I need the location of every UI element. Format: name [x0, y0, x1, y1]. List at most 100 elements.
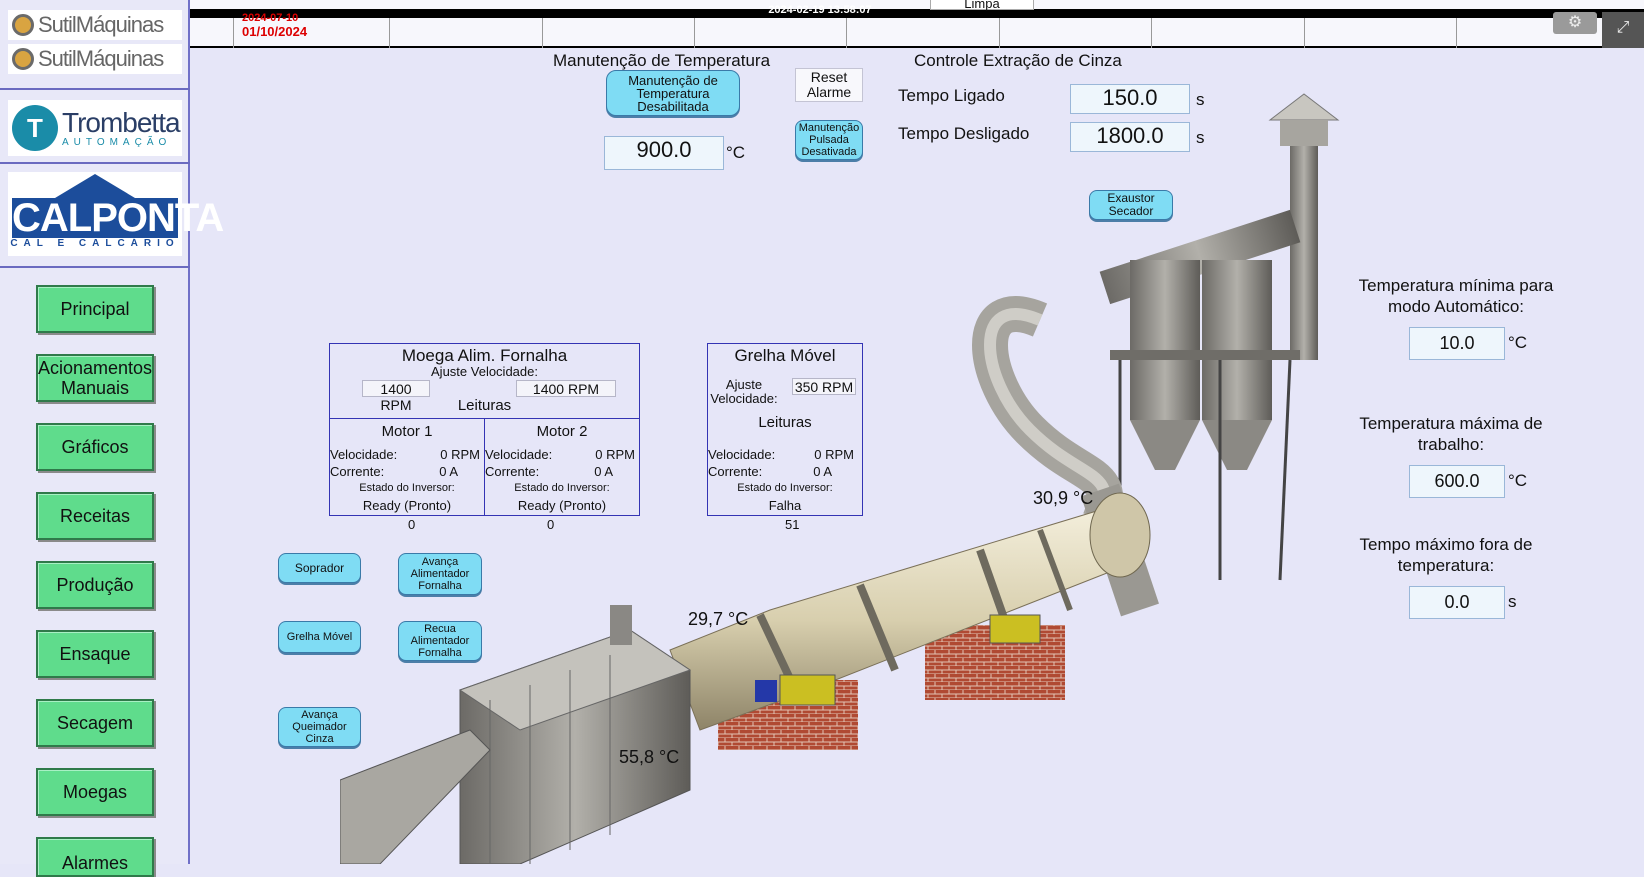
- sutil-gear-icon: [12, 14, 34, 36]
- sutil-logo: SutilMáquinas: [8, 10, 182, 40]
- nav-secagem[interactable]: Secagem: [36, 699, 154, 747]
- sutil-gear-icon: [12, 48, 34, 70]
- grate-current-label: Corrente:: [708, 464, 763, 479]
- sidebar: SutilMáquinas SutilMáquinas T Trombetta …: [0, 0, 224, 877]
- grate-inverter-status: Falha: [768, 498, 802, 513]
- motor2-status-code: 0: [547, 517, 555, 532]
- grate-speed-label: Velocidade:: [708, 447, 776, 462]
- moving-grate-panel: Grelha Móvel Ajuste Velocidade: 350 RPM …: [707, 343, 863, 516]
- current-datetime: 2024-02-19 13:58:07: [768, 4, 872, 16]
- on-time-label: Tempo Ligado: [898, 86, 1005, 105]
- advance-ash-burner-button[interactable]: Avança Queimador Cinza: [278, 707, 361, 747]
- dryer-exhaust-button[interactable]: Exaustor Secador: [1089, 190, 1173, 220]
- pulsed-maintenance-button[interactable]: Manutenção Pulsada Desativada: [795, 120, 863, 160]
- moving-grate-button[interactable]: Grelha Móvel: [278, 621, 361, 653]
- on-time-field[interactable]: 150.0: [1070, 84, 1190, 114]
- sutil-logo: SutilMáquinas: [8, 44, 182, 74]
- drum-motor: [989, 614, 1041, 644]
- motor2-current-value: 0 A: [594, 464, 613, 479]
- limpa-button[interactable]: Limpa: [930, 0, 1034, 11]
- motor1-status-code: 0: [408, 517, 416, 532]
- furnace: [458, 605, 692, 864]
- moving-grate-title: Grelha Móvel: [734, 346, 836, 365]
- nav-alarmes[interactable]: Alarmes: [36, 837, 154, 877]
- top-status-bar: 2024-02-19 13:58:07 Limpa 2024-07-10 01/…: [0, 0, 1644, 48]
- nav-ensaque[interactable]: Ensaque: [36, 630, 154, 678]
- column-divider: [542, 18, 543, 48]
- furnace-hopper-title: Moega Alim. Fornalha: [401, 346, 568, 365]
- nav-producao[interactable]: Produção: [36, 561, 154, 609]
- nav-receitas[interactable]: Receitas: [36, 492, 154, 540]
- motor1-speed-value: 0 RPM: [440, 447, 480, 462]
- motor1-current-label: Corrente:: [330, 464, 385, 479]
- motor2-inverter-status: Ready (Pronto): [517, 498, 607, 513]
- max-temp-unit: °C: [1508, 471, 1528, 490]
- nav-moegas[interactable]: Moegas: [36, 768, 154, 816]
- grate-adjust-label: Ajuste Velocidade:: [710, 377, 778, 406]
- nav-principal[interactable]: Principal: [36, 285, 154, 333]
- nav-acionamentos-manuais[interactable]: Acionamentos Manuais: [36, 354, 154, 402]
- temp-setpoint-unit: °C: [726, 143, 746, 162]
- min-temp-label: Temperatura mínima para modo Automático:: [1358, 276, 1554, 316]
- expand-icon[interactable]: ⤢: [1602, 12, 1644, 48]
- max-time-unit: s: [1508, 592, 1517, 611]
- motor1-name: Motor 1: [381, 423, 433, 440]
- gear-icon[interactable]: ⚙: [1553, 12, 1597, 34]
- column-divider: [846, 18, 847, 48]
- reset-alarm-button[interactable]: Reset Alarme: [795, 68, 863, 102]
- grate-inverter-label: Estado do Inversor:: [737, 482, 833, 494]
- inlet-temperature: 29,7 °C: [688, 609, 749, 629]
- speed-adjust-label: Ajuste Velocidade:: [431, 364, 538, 379]
- max-temp-label: Temperatura máxima de trabalho:: [1359, 414, 1543, 454]
- max-time-label: Tempo máximo fora de temperatura:: [1359, 535, 1533, 575]
- motor1-inverter-label: Estado do Inversor:: [359, 482, 455, 494]
- max-time-field[interactable]: 0.0: [1409, 586, 1505, 619]
- grate-status-code: 51: [785, 517, 800, 532]
- cyclone-temperature: 30,9 °C: [1033, 488, 1094, 508]
- off-time-unit: s: [1196, 128, 1205, 147]
- motor2-speed-setpoint[interactable]: 1400 RPM: [516, 380, 616, 397]
- motor2-name: Motor 2: [536, 423, 588, 440]
- column-divider: [1304, 18, 1305, 48]
- readings-label: Leituras: [457, 397, 512, 414]
- motor2-speed-value: 0 RPM: [595, 447, 635, 462]
- calponta-roof-icon: [55, 174, 135, 198]
- column-divider: [999, 18, 1000, 48]
- column-divider: [1151, 18, 1152, 48]
- column-divider: [389, 18, 390, 48]
- min-temp-field[interactable]: 10.0: [1409, 327, 1505, 360]
- alarm-date: 01/10/2024: [242, 24, 308, 39]
- motor1-inverter-status: Ready (Pronto): [362, 498, 452, 513]
- grate-readings-label: Leituras: [758, 414, 812, 431]
- nav-graficos[interactable]: Gráficos: [36, 423, 154, 471]
- motor2-current-label: Corrente:: [485, 464, 540, 479]
- on-time-unit: s: [1196, 90, 1205, 109]
- motor1-current-value: 0 A: [439, 464, 458, 479]
- drum-motor-blue: [755, 680, 777, 702]
- temp-maintenance-toggle-button[interactable]: Manutenção de Temperatura Desabilitada: [606, 70, 740, 116]
- grate-speed-value: 0 RPM: [814, 447, 854, 462]
- trombetta-mark-icon: T: [12, 105, 58, 151]
- grate-speed-setpoint[interactable]: 350 RPM: [792, 378, 856, 395]
- trombetta-logo: T Trombetta AUTOMAÇÃO: [8, 100, 182, 156]
- advance-feeder-button[interactable]: Avança Alimentador Fornalha: [398, 553, 482, 595]
- motor1-speed-label: Velocidade:: [330, 447, 398, 462]
- blower-button[interactable]: Soprador: [278, 553, 361, 583]
- temp-maintenance-title: Manutenção de Temperatura: [553, 51, 771, 70]
- furnace-hopper-panel: Moega Alim. Fornalha Ajuste Velocidade: …: [329, 343, 640, 516]
- motor1-speed-setpoint[interactable]: 1400 RPM: [362, 380, 430, 413]
- motor2-inverter-label: Estado do Inversor:: [514, 482, 610, 494]
- off-time-field[interactable]: 1800.0: [1070, 122, 1190, 152]
- sidebar-divider: [0, 266, 190, 268]
- temp-setpoint-field[interactable]: 900.0: [604, 136, 724, 170]
- furnace-temperature: 55,8 °C: [619, 747, 680, 767]
- column-divider: [694, 18, 695, 48]
- column-divider: [1456, 18, 1457, 48]
- max-temp-field[interactable]: 600.0: [1409, 465, 1505, 498]
- column-divider: [233, 18, 234, 48]
- retract-feeder-button[interactable]: Recua Alimentador Fornalha: [398, 621, 482, 661]
- alarm-date-clipped: 2024-07-10: [242, 12, 299, 24]
- ash-extraction-title: Controle Extração de Cinza: [914, 51, 1122, 70]
- grate-current-value: 0 A: [813, 464, 832, 479]
- drum-motor: [779, 674, 836, 706]
